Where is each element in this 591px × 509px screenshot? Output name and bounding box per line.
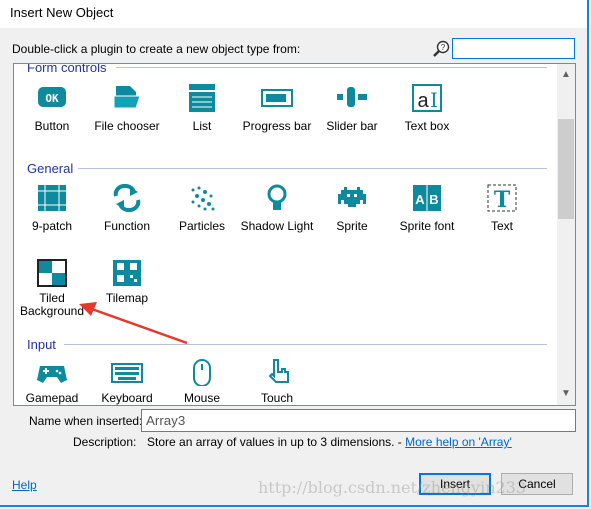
plugin-label: 9-patch [31,219,73,233]
plugin-label: Sprite font [399,219,455,233]
plugin-label: Particles [178,219,225,233]
section-header-general: General [27,161,74,176]
svg-text:B: B [429,192,438,207]
scrollbar-thumb[interactable] [558,119,574,219]
plugin-function[interactable]: Function [90,184,164,233]
plugin-file-chooser[interactable]: File chooser [90,84,164,133]
list-icon [189,84,215,112]
plugin-text[interactable]: T Text [465,184,539,233]
touch-icon [268,359,289,383]
mouse-icon [193,359,211,386]
function-arrows-icon [113,184,141,212]
section-header-form-controls: Form controls [27,63,107,75]
plugin-label: Shadow Light [240,219,314,233]
plugin-label: Keyboard [101,391,153,405]
plugin-gamepad[interactable]: Gamepad [15,358,89,405]
plugin-label: List [192,119,212,133]
plugin-particles[interactable]: Particles [165,184,239,233]
plugin-label: File chooser [94,119,160,133]
keyboard-icon [111,363,143,383]
plugin-keyboard[interactable]: Keyboard [90,358,164,405]
insert-button[interactable]: Insert [419,473,491,495]
divider [78,168,547,169]
plugin-list: Form controls OK Button File chooser List… [13,63,576,406]
lightbulb-icon [267,184,287,210]
tilemap-icon [113,260,141,286]
help-link[interactable]: Help [12,478,37,492]
plugin-mouse[interactable]: Mouse [165,358,239,405]
cancel-button[interactable]: Cancel [501,473,573,495]
nine-patch-icon [38,185,66,211]
text-icon: T [487,184,517,212]
plugin-9-patch[interactable]: 9-patch [15,184,89,233]
tiled-background-icon [37,259,67,287]
particles-icon [191,186,215,211]
slider-icon [337,87,367,107]
plugin-label: Progress bar [242,119,312,133]
svg-text:OK: OK [45,92,59,105]
plugin-label: Touch [260,391,294,405]
section-header-input: Input [27,337,56,352]
plugin-list-item[interactable]: List [165,84,239,133]
scroll-up-icon[interactable]: ▲ [557,66,575,84]
text-box-icon: aI [412,84,442,112]
plugin-touch[interactable]: Touch [240,358,314,405]
svg-text:?: ? [441,43,446,52]
prompt-text: Double-click a plugin to create a new ob… [12,42,301,56]
description-text: Store an array of values in up to 3 dime… [147,435,512,449]
search-input[interactable] [452,38,575,59]
plugin-label: Sprite [336,219,368,233]
window-title: Insert New Object [0,0,587,28]
plugin-label: Text box [404,119,450,133]
space-invader-icon [338,187,366,207]
red-arrow-annotation [79,302,188,345]
svg-text:T: T [494,187,511,212]
svg-text:I: I [430,88,438,112]
insert-new-object-dialog: Insert New Object Double-click a plugin … [0,0,589,507]
name-input[interactable] [141,409,576,432]
plugin-progress-bar[interactable]: Progress bar [240,84,314,133]
plugin-slider-bar[interactable]: Slider bar [315,84,389,133]
sprite-font-icon: AB [413,185,441,211]
plugin-sprite[interactable]: Sprite [315,184,389,233]
search-help-icon[interactable]: ? [432,40,450,58]
plugin-label: Slider bar [326,119,378,133]
plugin-label: Mouse [183,391,221,405]
vertical-scrollbar[interactable]: ▲ ▼ [557,64,575,405]
plugin-sprite-font[interactable]: A B Sprite font [390,184,464,233]
folder-icon [113,86,141,109]
name-label: Name when inserted: [29,414,143,428]
svg-text:a: a [417,90,429,112]
plugin-label: Function [103,219,151,233]
plugin-label: Text [490,219,513,233]
description-label: Description: [73,435,137,449]
description-value: Store an array of values in up to 3 dime… [147,435,406,449]
plugin-label: Button [34,119,70,133]
progress-bar-icon [261,89,293,107]
plugin-text-box[interactable]: a I Text box [390,84,464,133]
plugin-button[interactable]: OK Button [15,84,89,133]
svg-text:A: A [415,192,425,207]
scroll-down-icon[interactable]: ▼ [557,385,575,403]
ok-button-icon: OK [38,87,66,107]
more-help-link[interactable]: More help on 'Array' [405,435,512,449]
plugin-shadow-light[interactable]: Shadow Light [240,184,314,233]
divider [116,67,547,68]
plugin-label: Gamepad [25,391,79,405]
gamepad-icon [37,366,67,383]
